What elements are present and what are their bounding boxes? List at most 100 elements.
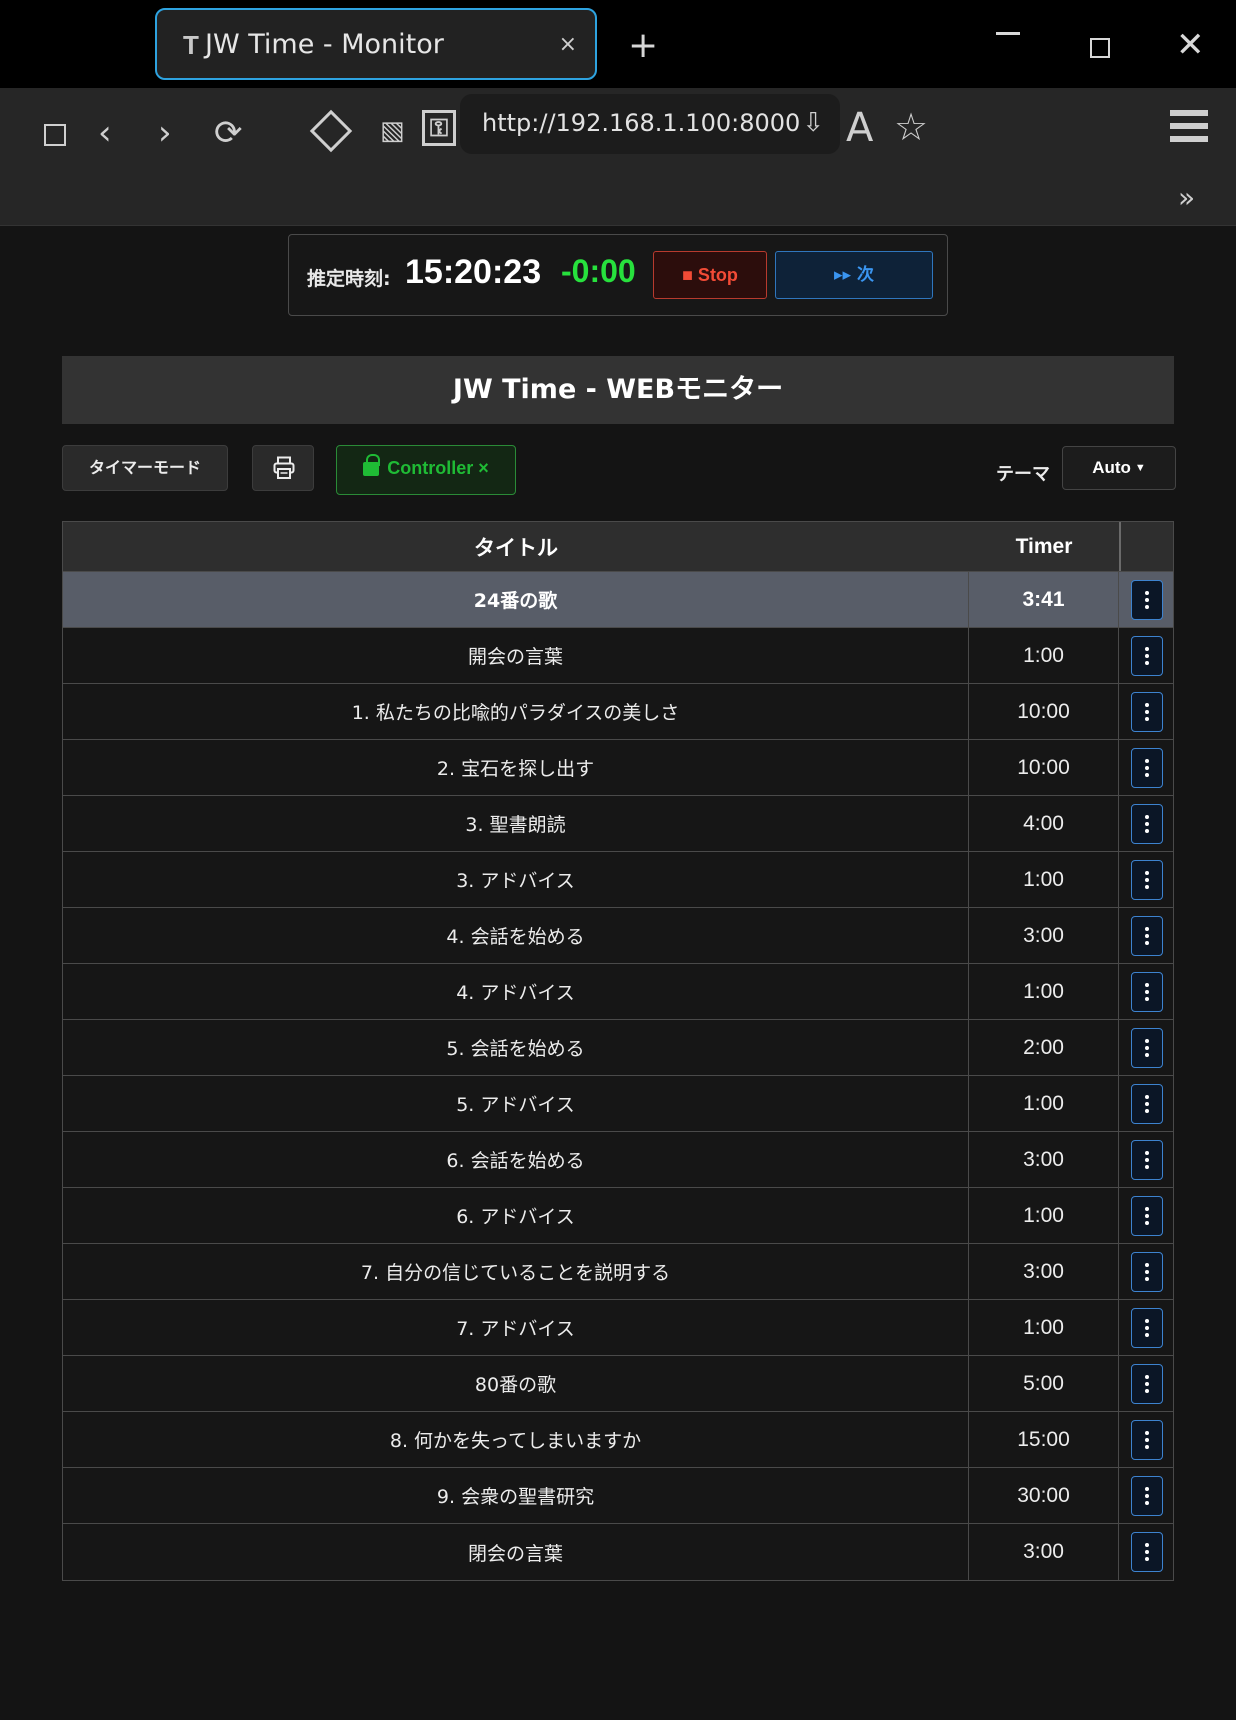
table-row[interactable]: 3. アドバイス 1:00: [63, 852, 1173, 908]
kebab-dot: [1145, 1550, 1149, 1554]
row-menu-button[interactable]: [1131, 579, 1163, 620]
table-row[interactable]: 1. 私たちの比喩的パラダイスの美しさ 10:00: [63, 684, 1173, 740]
row-menu-button[interactable]: [1131, 1195, 1163, 1236]
table-row[interactable]: 80番の歌 5:00: [63, 1356, 1173, 1412]
row-menu-button[interactable]: [1131, 859, 1163, 900]
table-row[interactable]: 4. アドバイス 1:00: [63, 964, 1173, 1020]
forward-icon[interactable]: ›: [158, 116, 172, 150]
row-menu-button[interactable]: [1131, 803, 1163, 844]
font-icon[interactable]: A: [846, 108, 873, 148]
download-icon[interactable]: ⇩: [802, 108, 824, 138]
browser-toolbar: ‹ › ⟳ ▧ ⚿ http://192.168.1.100:8000 ⇩ A …: [0, 88, 1236, 226]
row-menu-button[interactable]: [1131, 747, 1163, 788]
kebab-dot: [1145, 1150, 1149, 1155]
row-menu-button[interactable]: [1131, 1251, 1163, 1292]
table-row[interactable]: 8. 何かを失ってしまいますか 15:00: [63, 1412, 1173, 1468]
window-minimize-button[interactable]: [996, 32, 1020, 35]
caret-down-icon: ▼: [1134, 462, 1146, 474]
kebab-dot: [1145, 772, 1149, 777]
column-header-title: タイトル: [474, 535, 558, 560]
table-row[interactable]: 4. 会話を始める 3:00: [63, 908, 1173, 964]
row-timer: 3:41: [969, 572, 1119, 627]
print-button[interactable]: [252, 445, 314, 491]
back-icon[interactable]: ‹: [98, 116, 112, 150]
row-timer: 1:00: [969, 628, 1119, 683]
row-menu-button[interactable]: [1131, 1475, 1163, 1516]
next-button[interactable]: ▸▸ 次: [775, 251, 933, 299]
reader-icon[interactable]: ▧: [380, 118, 405, 144]
row-menu-button[interactable]: [1131, 1027, 1163, 1068]
table-row[interactable]: 5. 会話を始める 2:00: [63, 1020, 1173, 1076]
address-bar[interactable]: http://192.168.1.100:8000 ⇩: [460, 94, 840, 154]
sidebar-icon[interactable]: [44, 124, 66, 146]
row-actions-cell: [1119, 796, 1175, 851]
tab-favicon-icon: T: [183, 30, 199, 60]
key-icon[interactable]: ⚿: [422, 110, 456, 146]
row-menu-button[interactable]: [1131, 1419, 1163, 1460]
kebab-dot: [1145, 877, 1149, 882]
new-tab-button[interactable]: +: [628, 28, 658, 64]
row-menu-button[interactable]: [1131, 1363, 1163, 1404]
table-row[interactable]: 6. 会話を始める 3:00: [63, 1132, 1173, 1188]
row-menu-button[interactable]: [1131, 691, 1163, 732]
diamond-icon[interactable]: [309, 109, 353, 153]
row-timer: 10:00: [969, 684, 1119, 739]
row-menu-button[interactable]: [1131, 915, 1163, 956]
kebab-dot: [1145, 982, 1149, 987]
table-row[interactable]: 3. 聖書朗読 4:00: [63, 796, 1173, 852]
url-text[interactable]: http://192.168.1.100:8000: [482, 109, 800, 137]
row-actions-cell: [1119, 1132, 1175, 1187]
theme-select[interactable]: Auto ▼: [1062, 446, 1176, 490]
row-timer: 30:00: [969, 1468, 1119, 1523]
tab-title: JW Time - Monitor: [205, 29, 444, 60]
row-menu-button[interactable]: [1131, 1532, 1163, 1572]
controller-button[interactable]: Controller ×: [336, 445, 516, 495]
stop-button[interactable]: ■ Stop: [653, 251, 767, 299]
row-menu-button[interactable]: [1131, 1083, 1163, 1124]
kebab-dot: [1145, 1486, 1149, 1491]
column-header-actions: [1119, 522, 1175, 571]
window-maximize-button[interactable]: [1090, 38, 1110, 58]
more-icon[interactable]: »: [1178, 184, 1195, 212]
menu-icon[interactable]: [1170, 110, 1208, 149]
row-menu-button[interactable]: [1131, 971, 1163, 1012]
row-menu-button[interactable]: [1131, 635, 1163, 676]
table-row[interactable]: 7. 自分の信じていることを説明する 3:00: [63, 1244, 1173, 1300]
kebab-dot: [1145, 940, 1149, 945]
window-close-button[interactable]: ✕: [1176, 28, 1205, 62]
table-row[interactable]: 9. 会衆の聖書研究 30:00: [63, 1468, 1173, 1524]
reload-icon[interactable]: ⟳: [214, 116, 243, 150]
row-title: 5. アドバイス: [63, 1076, 969, 1131]
row-title: 3. 聖書朗読: [63, 796, 969, 851]
star-icon[interactable]: ☆: [894, 108, 928, 146]
table-row[interactable]: 6. アドバイス 1:00: [63, 1188, 1173, 1244]
kebab-dot: [1145, 1052, 1149, 1057]
page-title-bar: JW Time - WEBモニター: [62, 356, 1174, 424]
controller-label: Controller ×: [387, 458, 489, 478]
kebab-dot: [1145, 1437, 1149, 1442]
row-menu-button[interactable]: [1131, 1307, 1163, 1348]
row-actions-cell: [1119, 628, 1175, 683]
table-row[interactable]: 7. アドバイス 1:00: [63, 1300, 1173, 1356]
kebab-dot: [1145, 1444, 1149, 1449]
kebab-dot: [1145, 814, 1149, 819]
row-timer: 1:00: [969, 852, 1119, 907]
lock-icon: [363, 454, 381, 476]
kebab-dot: [1145, 996, 1149, 1001]
timer-mode-button[interactable]: タイマーモード: [62, 445, 228, 491]
table-row[interactable]: 開会の言葉 1:00: [63, 628, 1173, 684]
row-actions-cell: [1119, 1020, 1175, 1075]
kebab-dot: [1145, 604, 1149, 609]
table-row[interactable]: 閉会の言葉 3:00: [63, 1524, 1173, 1580]
browser-tab-active[interactable]: T JW Time - Monitor ×: [155, 8, 597, 80]
table-row-current[interactable]: 24番の歌 3:41: [63, 572, 1173, 628]
row-timer: 3:00: [969, 1244, 1119, 1299]
table-row[interactable]: 2. 宝石を探し出す 10:00: [63, 740, 1173, 796]
tab-close-icon[interactable]: ×: [559, 32, 577, 57]
kebab-dot: [1145, 1543, 1149, 1547]
row-timer: 1:00: [969, 1188, 1119, 1243]
row-menu-button[interactable]: [1131, 1139, 1163, 1180]
estimated-time-label: 推定時刻:: [307, 268, 391, 290]
table-row[interactable]: 5. アドバイス 1:00: [63, 1076, 1173, 1132]
row-actions-cell: [1119, 1524, 1175, 1580]
